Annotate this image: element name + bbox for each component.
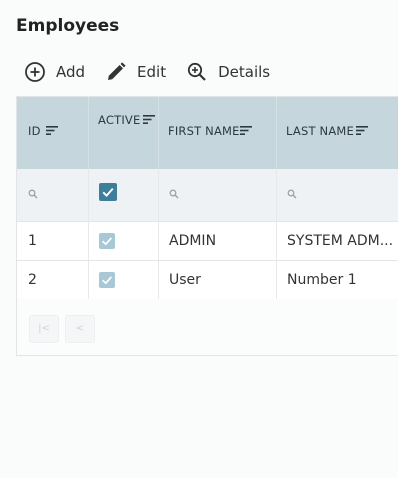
cell-last-name: Number 1 xyxy=(276,261,398,299)
column-label: ID xyxy=(28,124,41,138)
cell-active xyxy=(88,222,159,260)
cell-last-name: SYSTEM ADM... xyxy=(276,222,398,260)
cell-id: 1 xyxy=(17,222,89,260)
cell-active xyxy=(88,261,159,299)
edit-button-label: Edit xyxy=(137,63,167,81)
sort-icon[interactable] xyxy=(46,126,58,135)
check-icon xyxy=(102,276,113,285)
active-checkbox xyxy=(99,272,115,288)
add-button[interactable]: Add xyxy=(24,61,85,83)
cell-last-name-value: Number 1 xyxy=(287,272,357,288)
search-icon xyxy=(169,189,179,199)
employees-grid: ID ACTIVE FIRST NAME LAST NAME 1 ADMIN S… xyxy=(16,96,398,356)
edit-button[interactable]: Edit xyxy=(105,61,166,83)
grid-header: ID ACTIVE FIRST NAME LAST NAME xyxy=(17,97,398,169)
details-button[interactable]: Details xyxy=(186,61,270,83)
add-circle-icon xyxy=(25,62,45,82)
cell-last-name-value: SYSTEM ADM... xyxy=(287,233,394,249)
cell-first-name: ADMIN xyxy=(158,222,277,260)
table-row[interactable]: 1 ADMIN SYSTEM ADM... xyxy=(17,222,398,261)
filter-cell-id[interactable] xyxy=(17,169,89,221)
table-row[interactable]: 2 User Number 1 xyxy=(17,261,398,300)
sort-icon[interactable] xyxy=(240,126,252,135)
active-checkbox xyxy=(99,233,115,249)
toolbar: Add Edit Details xyxy=(24,58,290,86)
cell-first-name-value: ADMIN xyxy=(169,233,217,249)
details-button-label: Details xyxy=(218,63,271,81)
cell-id-value: 1 xyxy=(28,233,37,249)
filter-cell-last-name[interactable] xyxy=(276,169,398,221)
prev-page-button[interactable]: < xyxy=(65,315,95,343)
column-label: ACTIVE xyxy=(98,113,141,127)
column-header-first-name[interactable]: FIRST NAME xyxy=(158,97,277,169)
cell-first-name: User xyxy=(158,261,277,299)
column-label: LAST NAME xyxy=(286,124,354,138)
filter-cell-active[interactable] xyxy=(88,169,159,221)
sort-icon[interactable] xyxy=(143,115,155,124)
page-title: Employees xyxy=(16,16,120,36)
column-header-id[interactable]: ID xyxy=(17,97,89,169)
add-button-label: Add xyxy=(56,63,86,81)
active-filter-checkbox[interactable] xyxy=(99,183,117,201)
check-icon xyxy=(102,187,114,197)
filter-row xyxy=(17,169,398,222)
pager: |< < xyxy=(17,299,398,355)
cell-id-value: 2 xyxy=(28,272,37,288)
filter-cell-first-name[interactable] xyxy=(158,169,277,221)
cell-first-name-value: User xyxy=(169,272,201,288)
check-icon xyxy=(102,237,113,246)
search-icon xyxy=(287,189,297,199)
first-page-button[interactable]: |< xyxy=(29,315,59,343)
column-header-last-name[interactable]: LAST NAME xyxy=(276,97,398,169)
sort-icon[interactable] xyxy=(356,126,368,135)
column-label: FIRST NAME xyxy=(168,124,240,138)
column-header-active[interactable]: ACTIVE xyxy=(88,97,159,169)
pencil-icon xyxy=(108,62,126,80)
cell-id: 2 xyxy=(17,261,89,299)
search-icon xyxy=(28,189,38,199)
zoom-in-icon xyxy=(188,62,206,81)
